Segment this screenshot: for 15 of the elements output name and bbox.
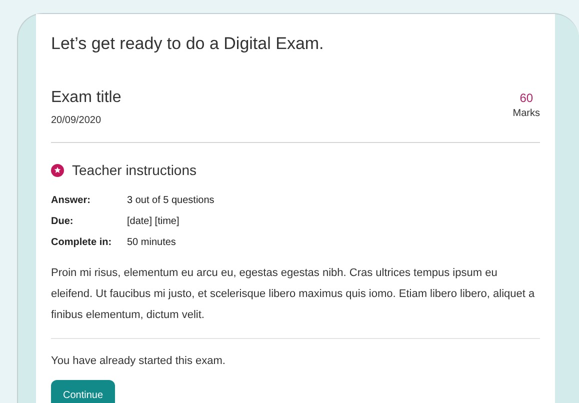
field-label: Due: bbox=[51, 215, 74, 228]
field-label: Complete in: bbox=[51, 236, 113, 249]
exam-date: 20/09/2020 bbox=[51, 114, 102, 128]
exam-title: Exam title bbox=[51, 88, 122, 108]
field-value: [date] [time] bbox=[127, 215, 180, 228]
field-label: Answer: bbox=[51, 194, 92, 207]
marks-value: 60 bbox=[520, 90, 534, 106]
page-heading: Let’s get ready to do a Digital Exam. bbox=[51, 34, 325, 54]
status-message: You have already started this exam. bbox=[51, 354, 226, 369]
instructions-paragraph: Proin mi risus, elementum eu arcu eu, egestas egestas nibh. Cras ultrices tempus ipsum eu eleifend. Ut faucibus mi justo, et scelerisque libero maximus quis iomo. Etiam libero libero, aliquet a finibus elementum, dictum velit. bbox=[51, 266, 536, 323]
field-value: 3 out of 5 questions bbox=[127, 194, 214, 207]
field-value: 50 minutes bbox=[127, 236, 176, 249]
continue-button[interactable]: Continue bbox=[51, 380, 116, 403]
section-title: Teacher instructions bbox=[72, 161, 197, 180]
marks-label: Marks bbox=[512, 107, 540, 121]
